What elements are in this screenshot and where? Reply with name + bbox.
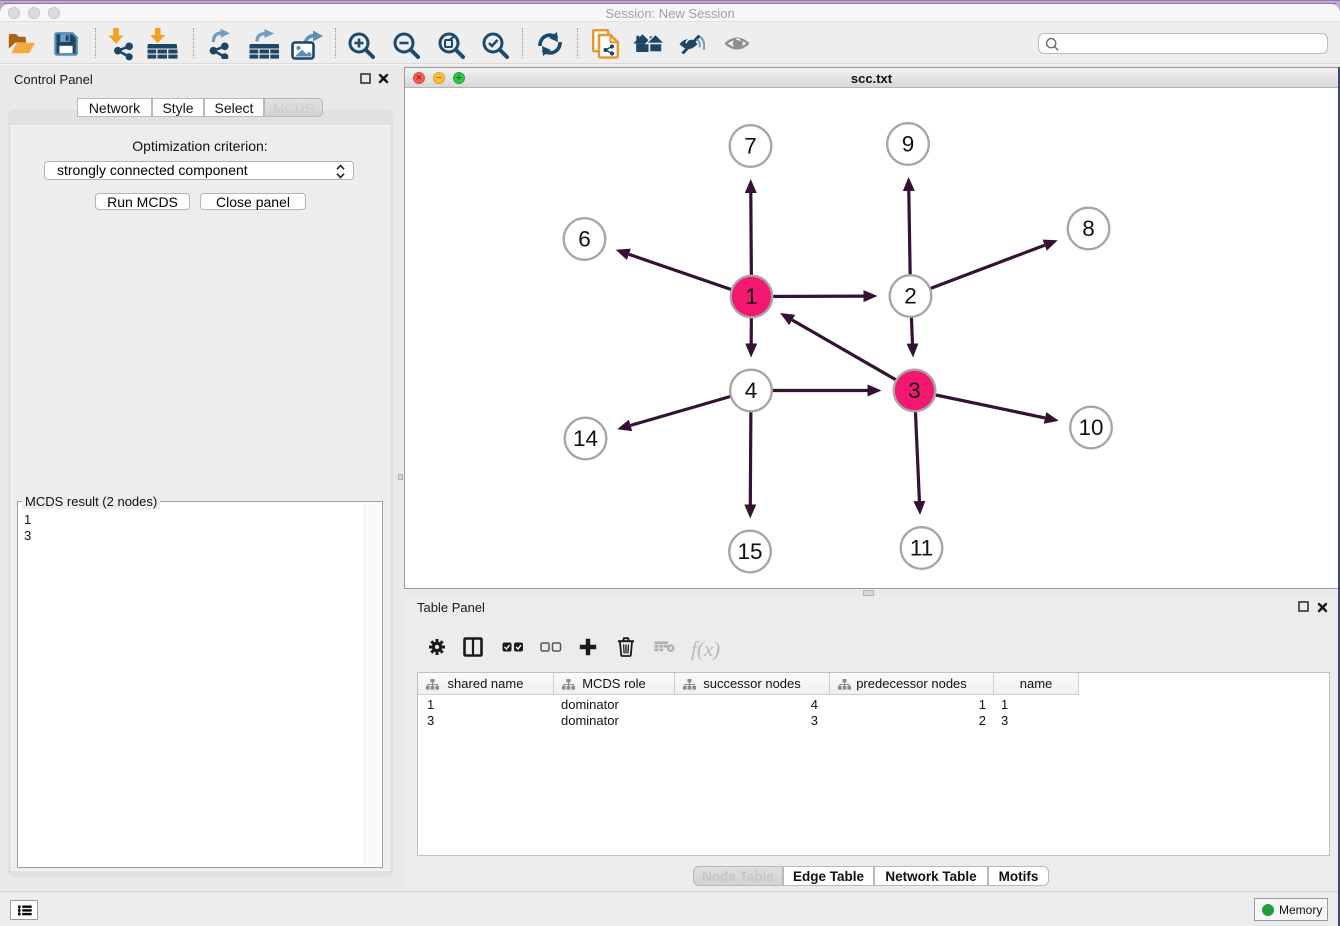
- svg-text:14: 14: [573, 426, 598, 451]
- svg-text:8: 8: [1082, 216, 1095, 241]
- svg-text:9: 9: [902, 132, 915, 157]
- svg-text:4: 4: [745, 378, 758, 403]
- svg-text:11: 11: [910, 536, 933, 561]
- svg-text:15: 15: [737, 539, 762, 564]
- svg-text:10: 10: [1078, 415, 1103, 440]
- svg-text:3: 3: [908, 378, 921, 403]
- svg-text:7: 7: [744, 134, 757, 159]
- svg-text:2: 2: [904, 284, 917, 309]
- svg-text:6: 6: [578, 227, 591, 252]
- svg-text:1: 1: [745, 284, 758, 309]
